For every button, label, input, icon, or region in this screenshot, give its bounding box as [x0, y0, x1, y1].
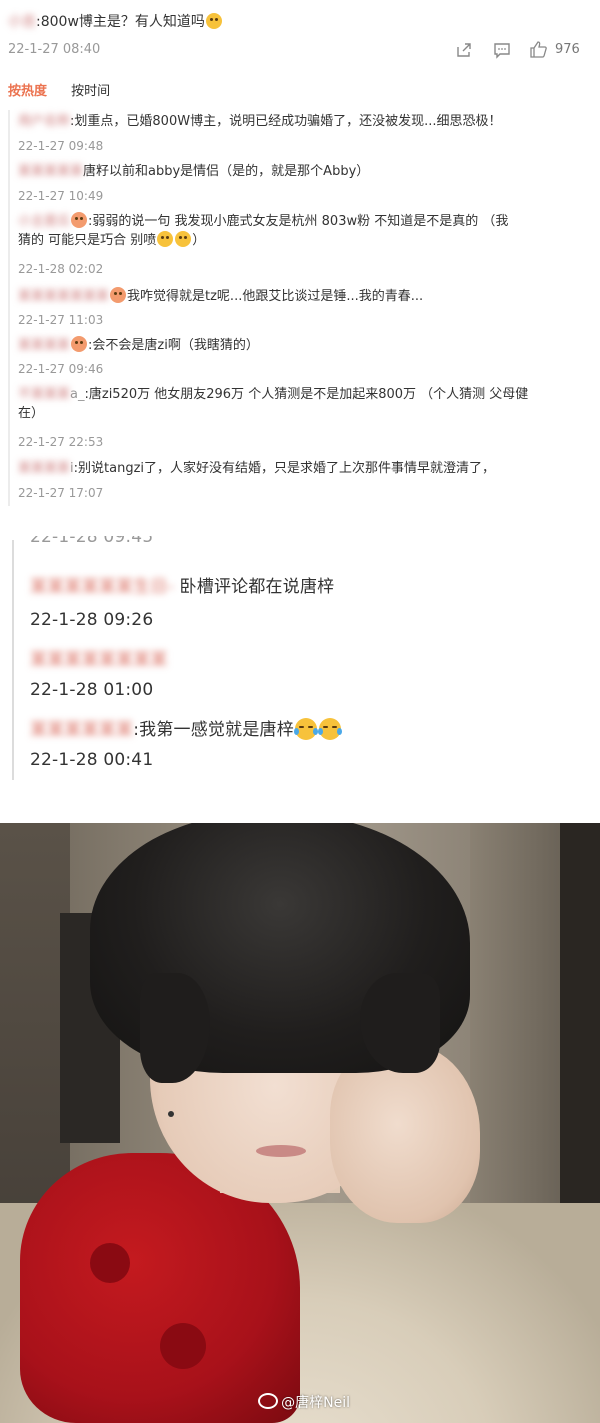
- reply-time: 22-1-27 17:07: [18, 486, 104, 500]
- reply-author[interactable]: 某某某某某: [18, 164, 83, 179]
- reply-author[interactable]: 用户名称: [18, 114, 70, 129]
- reply-text: :别说tangzi了，人家好没有结婚，只是求婚了上次那件事情早就澄清了，: [73, 461, 496, 476]
- comment-time: 22-1-27 08:40: [8, 42, 101, 57]
- reply-author[interactable]: 某某某某某某生日-: [30, 577, 174, 597]
- list-item: 用户名称:划重点，已婚800W博主，说明已经成功骗婚了，还没被发现...细思恐极…: [18, 112, 588, 131]
- comment-icon[interactable]: [493, 41, 511, 59]
- list-item: 某某某某某唐籽以前和abby是情侣（是的，就是那个Abby）: [18, 162, 588, 181]
- reply-author-tail: a_: [70, 387, 85, 402]
- reply-text: :我第一感觉就是唐梓: [133, 720, 294, 740]
- reply-text-end: ）: [192, 233, 206, 248]
- list-item: 某某某某 :会不会是唐zi啊（我瞎猜的）: [18, 336, 588, 355]
- reply-time: 22-1-27 10:49: [18, 189, 104, 203]
- reply-time: 22-1-27 22:53: [18, 435, 104, 449]
- comment-text: :800w博主是？有人知道吗: [36, 14, 205, 30]
- reply-text: 唐籽以前和abby是情侣（是的，就是那个Abby）: [83, 164, 370, 179]
- list-item: 某某某某某某:我第一感觉就是唐梓: [30, 715, 342, 740]
- reply-text: 我咋觉得就是tz呢...他跟艾比谈过是锤...我的青春...: [127, 289, 424, 304]
- reply-time: 22-1-27 11:03: [18, 313, 104, 327]
- reply-text: :划重点，已婚800W博主，说明已经成功骗婚了，还没被发现...细思恐极！: [70, 114, 502, 129]
- sort-tabs: 按热度 按时间: [8, 80, 110, 99]
- reply-text: :会不会是唐zi啊（我瞎猜的）: [88, 338, 259, 353]
- tab-sort-hot[interactable]: 按热度: [8, 84, 47, 99]
- thumbs-up-icon[interactable]: [529, 40, 548, 59]
- like-count: 976: [555, 42, 580, 57]
- reply-author[interactable]: 某某某某某某: [30, 720, 133, 740]
- reply-time: 22-1-28 01:00: [30, 680, 154, 700]
- reply-author[interactable]: 某某某某: [18, 461, 70, 476]
- reply-text-continued: 在）: [18, 406, 45, 421]
- reply-time: 22-1-27 09:46: [18, 362, 104, 376]
- list-item: 某某某某i:别说tangzi了，人家好没有结婚，只是求婚了上次那件事情早就澄清了…: [18, 459, 588, 478]
- list-item: 某某某某某某某 我咋觉得就是tz呢...他跟艾比谈过是锤...我的青春...: [18, 287, 588, 306]
- laughing-crying-emoji-icon: [317, 718, 342, 740]
- watermark-text: @唐梓Neil: [281, 1395, 350, 1411]
- avatar-badge-icon: [110, 287, 127, 303]
- reply-time: 22-1-27 09:48: [18, 139, 104, 153]
- share-icon[interactable]: [455, 41, 473, 59]
- reply-text: :唐zi520万 他女朋友296万 个人猜测是不是加起来800万 （个人猜测 父…: [84, 387, 529, 402]
- reply-author[interactable]: 某某某某某某某: [18, 289, 109, 304]
- reply-text-continued: 猜的 可能只是巧合 别喷: [18, 233, 157, 248]
- reply-text: :弱弱的说一句 我发现小鹿式女友是杭州 803w粉 不知道是不是真的 （我: [88, 214, 509, 229]
- list-item: 不某某某a_:唐zi520万 他女朋友296万 个人猜测是不是加起来800万 （…: [18, 385, 588, 423]
- reply-thread-line: [8, 110, 10, 506]
- worried-face-emoji-icon: [157, 231, 174, 247]
- reply-thread-line: [12, 540, 14, 780]
- watermark: @唐梓Neil: [258, 1392, 350, 1412]
- worried-face-emoji-icon: [175, 231, 192, 247]
- list-item: 某某某某某某某某: [30, 645, 168, 670]
- dizzy-face-emoji-icon: [205, 13, 222, 29]
- reply-author[interactable]: 不某某某: [18, 387, 70, 402]
- reply-time: 22-1-28 09:26: [30, 610, 154, 630]
- reply-time: 22-1-28 09:45: [30, 536, 154, 547]
- avatar-badge-icon: [71, 336, 88, 352]
- tab-sort-time[interactable]: 按时间: [71, 84, 110, 99]
- laughing-crying-emoji-icon: [293, 718, 318, 740]
- reply-text: 卧槽评论都在说唐梓: [173, 577, 335, 597]
- comment-author[interactable]: 小吉: [8, 14, 36, 30]
- reply-time: 22-1-28 00:41: [30, 750, 154, 770]
- reply-author[interactable]: 某某某某: [18, 338, 70, 353]
- list-item: 某某某某某某生日- 卧槽评论都在说唐梓: [30, 572, 334, 597]
- reply-author[interactable]: 某某某某某某某某: [30, 650, 168, 670]
- avatar-badge-icon: [71, 212, 88, 228]
- portrait-photo: @唐梓Neil: [0, 823, 600, 1423]
- cropped-time: 22-1-28 09:45: [30, 536, 153, 548]
- list-item: 小主是瓜 :弱弱的说一句 我发现小鹿式女友是杭州 803w粉 不知道是不是真的 （…: [18, 212, 588, 250]
- reply-author[interactable]: 小主是瓜: [18, 214, 70, 229]
- reply-time: 22-1-28 02:02: [18, 262, 104, 276]
- weibo-logo-icon: [258, 1393, 279, 1409]
